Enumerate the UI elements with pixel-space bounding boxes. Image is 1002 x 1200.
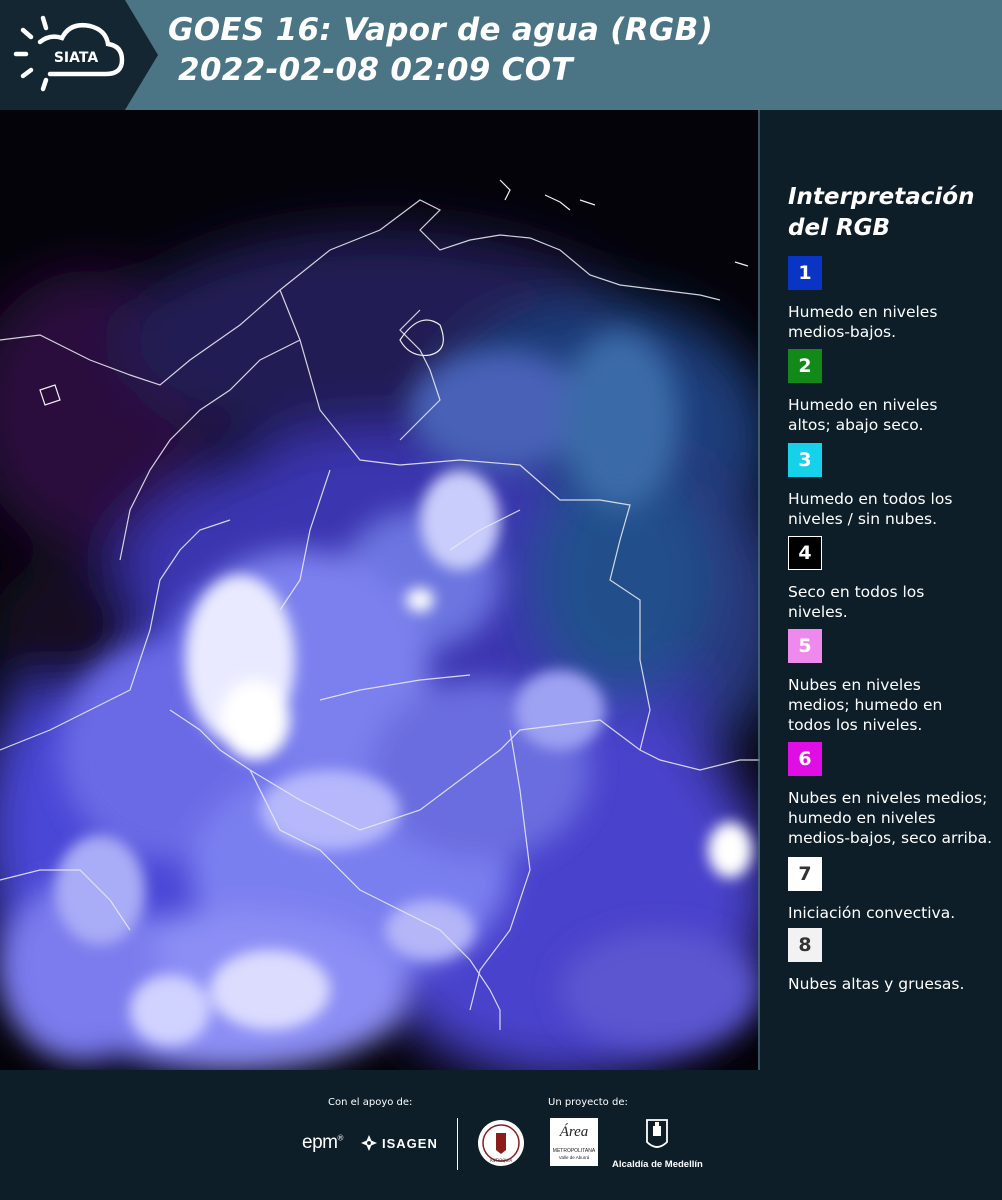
legend-text-line: Seco en todos los <box>788 583 925 601</box>
legend-item: 4 Seco en todos los niveles. <box>788 536 993 622</box>
medellin-seal-icon <box>646 1119 668 1148</box>
legend-title-line1: Interpretación <box>788 184 975 210</box>
epm-logo: epm® <box>302 1132 343 1154</box>
isagen-icon <box>361 1135 377 1151</box>
legend-item: 2 Humedo en niveles altos; abajo seco. <box>788 349 993 435</box>
legend-text-line: medios; humedo en <box>788 696 943 714</box>
legend-text: Nubes altas y gruesas. <box>788 974 993 994</box>
footer: Con el apoyo de: Un proyecto de: epm® IS… <box>0 1070 1002 1200</box>
legend-item: 6 Nubes en niveles medios; humedo en nivel… <box>788 742 993 848</box>
legend-item: 1 Humedo en niveles medios-bajos. <box>788 256 993 342</box>
metro-area-text: Área <box>559 1124 589 1140</box>
legend-text-line: Nubes altas y gruesas. <box>788 975 965 993</box>
logo-text: SIATA <box>54 50 99 66</box>
legend-swatch: 7 <box>788 857 822 891</box>
legend-swatch: 3 <box>788 443 822 477</box>
header-bar: SIATA GOES 16: Vapor de agua (RGB) 2022-… <box>0 0 1002 110</box>
alcaldia-medellin-text: Alcaldía de Medellín <box>612 1159 703 1170</box>
legend-text-line: todos los niveles. <box>788 716 923 734</box>
epm-text: epm <box>302 1132 338 1153</box>
legend-title: Interpretación del RGB <box>788 182 974 244</box>
legend-panel: Interpretación del RGB 1 Humedo en nivele… <box>760 110 1002 1070</box>
legend-text-line: medios-bajos, seco arriba. <box>788 829 993 847</box>
metro-sub-text: METROPOLITANA <box>552 1148 596 1154</box>
area-metropolitana-logo: Área METROPOLITANA Valle de Aburrá <box>550 1118 598 1166</box>
legend-swatch: 4 <box>788 536 822 570</box>
legend-swatch: 2 <box>788 349 822 383</box>
legend-swatch: 6 <box>788 742 822 776</box>
legend-text: Seco en todos los niveles. <box>788 582 993 622</box>
registered-mark-icon: ® <box>337 1133 343 1143</box>
satellite-map <box>0 110 760 1070</box>
project-label: Un proyecto de: <box>548 1097 628 1108</box>
legend-text-line: altos; abajo seco. <box>788 416 924 434</box>
legend-text-line: Humedo en todos los <box>788 490 953 508</box>
antioquia-seal-icon: ANTIOQUIA <box>478 1120 524 1166</box>
legend-title-line2: del RGB <box>788 215 891 241</box>
legend-text-line: Iniciación convectiva. <box>788 904 956 922</box>
map-datetime: 2022-02-08 02:09 COT <box>178 52 573 88</box>
legend-text: Nubes en niveles medios; humedo en nivele… <box>788 788 993 848</box>
footer-divider <box>457 1118 458 1170</box>
support-label: Con el apoyo de: <box>328 1097 413 1108</box>
map-title: GOES 16: Vapor de agua (RGB) <box>168 12 714 48</box>
antioquia-seal-text: ANTIOQUIA <box>490 1158 513 1163</box>
legend-text-line: humedo en niveles <box>788 809 936 827</box>
metro-sub2-text: Valle de Aburrá <box>558 1155 590 1160</box>
legend-text: Humedo en todos los niveles / sin nubes. <box>788 489 993 529</box>
legend-text: Humedo en niveles altos; abajo seco. <box>788 395 993 435</box>
siata-logo-icon: SIATA <box>13 15 125 92</box>
legend-swatch: 1 <box>788 256 822 290</box>
legend-swatch: 5 <box>788 629 822 663</box>
legend-text: Nubes en niveles medios; humedo en todos l… <box>788 675 993 735</box>
legend-item: 3 Humedo en todos los niveles / sin nubes. <box>788 443 993 529</box>
legend-item: 5 Nubes en niveles medios; humedo en todos … <box>788 629 993 735</box>
legend-text-line: niveles / sin nubes. <box>788 510 937 528</box>
isagen-text: ISAGEN <box>382 1135 438 1151</box>
legend-text-line: Humedo en niveles <box>788 396 938 414</box>
isagen-logo: ISAGEN <box>360 1134 438 1152</box>
legend-text-line: Nubes en niveles <box>788 676 921 694</box>
legend-text: Iniciación convectiva. <box>788 903 993 923</box>
legend-text-line: Nubes en niveles medios; <box>788 789 988 807</box>
legend-text-line: Humedo en niveles <box>788 303 938 321</box>
legend-item: 8 Nubes altas y gruesas. <box>788 928 993 994</box>
legend-text: Humedo en niveles medios-bajos. <box>788 302 993 342</box>
legend-text-line: medios-bajos. <box>788 323 897 341</box>
legend-item: 7 Iniciación convectiva. <box>788 857 993 923</box>
legend-text-line: niveles. <box>788 603 848 621</box>
legend-swatch: 8 <box>788 928 822 962</box>
